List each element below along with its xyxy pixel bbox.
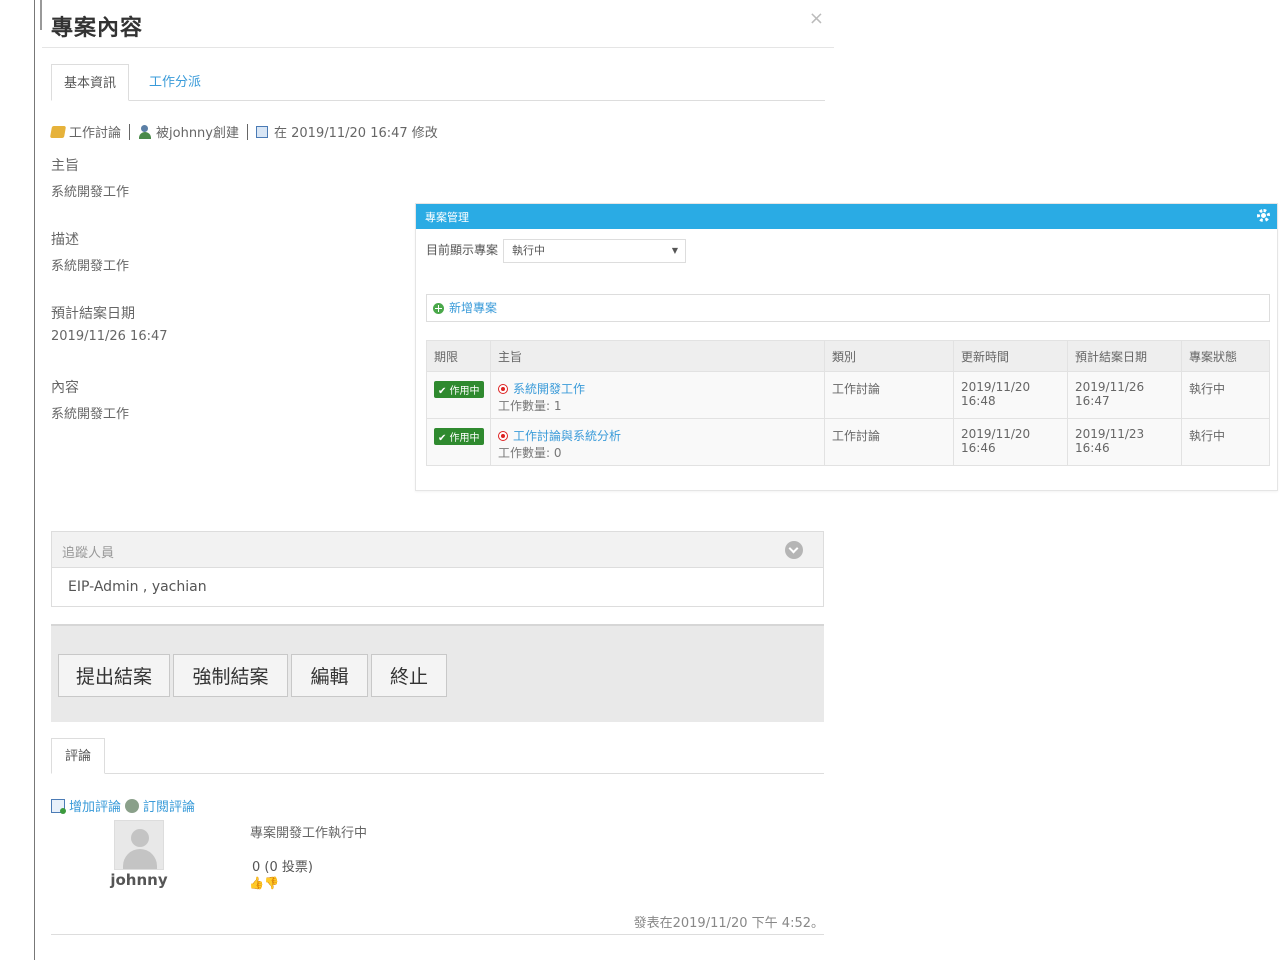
project-link[interactable]: 系統開發工作 xyxy=(513,382,585,396)
deadline-cell: ✔ 作用中 xyxy=(426,418,491,466)
followers-list: EIP-Admin , yachian xyxy=(68,579,207,595)
project-table: 期限 主旨 類別 更新時間 預計結案日期 專案狀態 ✔ 作用中 系統開發工作 工… xyxy=(426,340,1270,466)
filter-label: 目前顯示專案 xyxy=(426,243,499,257)
chevron-down-icon: ▼ xyxy=(671,246,678,255)
description-label: 描述 xyxy=(51,232,79,248)
meta-creator: 被johnny創建 xyxy=(156,126,239,141)
add-project-label: 新增專案 xyxy=(449,301,498,315)
avatar xyxy=(114,820,164,870)
due-cell: 2019/11/26 16:47 xyxy=(1067,371,1182,419)
calendar-icon xyxy=(256,125,268,138)
description-value: 系統開發工作 xyxy=(51,259,130,274)
tab-basic-info[interactable]: 基本資訊 xyxy=(51,64,130,101)
col-due-date[interactable]: 預計結案日期 xyxy=(1067,340,1182,372)
gear-icon[interactable] xyxy=(1257,209,1270,222)
meta-category: 工作討論 xyxy=(69,126,122,141)
tab-work-assignment[interactable]: 工作分派 xyxy=(137,64,213,101)
col-updated[interactable]: 更新時間 xyxy=(953,340,1068,372)
collapse-toggle-icon[interactable] xyxy=(785,541,803,559)
widget-title: 專案管理 xyxy=(425,211,469,224)
page-left-border xyxy=(34,0,35,960)
select-value: 執行中 xyxy=(512,244,545,257)
user-icon xyxy=(138,124,152,139)
category-cell: 工作討論 xyxy=(824,371,954,419)
col-subject[interactable]: 主旨 xyxy=(490,340,825,372)
terminate-button[interactable]: 終止 xyxy=(371,654,447,697)
col-status[interactable]: 專案狀態 xyxy=(1181,340,1270,372)
subscribe-icon[interactable] xyxy=(125,798,140,813)
comment-votes: 0 (0 投票) xyxy=(252,860,313,875)
record-icon xyxy=(498,384,508,394)
active-badge: ✔ 作用中 xyxy=(434,381,484,398)
status-cell: 執行中 xyxy=(1181,418,1270,466)
modal-header: 專案內容 × xyxy=(42,0,834,48)
add-comment-icon[interactable] xyxy=(51,798,66,814)
note-icon xyxy=(49,125,67,138)
submit-close-button[interactable]: 提出結案 xyxy=(58,654,170,697)
subject-cell: 系統開發工作 工作數量: 1 xyxy=(490,371,825,419)
meta-divider xyxy=(247,123,248,140)
followers-panel: 追蹤人員 EIP-Admin , yachian xyxy=(51,531,824,607)
meta-modified: 在 2019/11/20 16:47 修改 xyxy=(274,126,438,141)
followers-title: 追蹤人員 xyxy=(62,546,115,561)
deadline-cell: ✔ 作用中 xyxy=(426,371,491,419)
updated-cell: 2019/11/20 16:46 xyxy=(953,418,1068,466)
task-count: 工作數量: 1 xyxy=(498,399,562,413)
tab-comments[interactable]: 評論 xyxy=(51,738,105,774)
comment-divider xyxy=(51,934,824,935)
comment-date: 發表在2019/11/20 下午 4:52。 xyxy=(633,916,824,931)
plus-icon xyxy=(433,302,444,314)
add-comment-link[interactable]: 增加評論 xyxy=(69,796,121,815)
modal-title: 專案內容 xyxy=(51,16,144,41)
category-cell: 工作討論 xyxy=(824,418,954,466)
col-category[interactable]: 類別 xyxy=(824,340,954,372)
edit-button[interactable]: 編輯 xyxy=(291,654,368,697)
col-deadline[interactable]: 期限 xyxy=(426,340,491,372)
subject-value: 系統開發工作 xyxy=(51,185,130,200)
due-date-label: 預計結案日期 xyxy=(51,306,135,322)
force-close-button[interactable]: 強制結案 xyxy=(173,654,288,697)
task-count: 工作數量: 0 xyxy=(498,446,562,460)
detail-tabs: 基本資訊 工作分派 xyxy=(51,64,825,101)
followers-header: 追蹤人員 xyxy=(52,532,823,568)
add-project-button[interactable]: 新增專案 xyxy=(426,294,1270,322)
widget-header: 專案管理 xyxy=(416,204,1277,229)
comment-author: johnny xyxy=(110,871,168,889)
subject-cell: 工作討論與系統分析 工作數量: 0 xyxy=(490,418,825,466)
status-cell: 執行中 xyxy=(1181,371,1270,419)
active-badge: ✔ 作用中 xyxy=(434,428,484,445)
subject-label: 主旨 xyxy=(51,158,79,174)
table-header-row: 期限 主旨 類別 更新時間 預計結案日期 專案狀態 xyxy=(426,340,1270,372)
meta-divider xyxy=(129,123,131,140)
content-value: 系統開發工作 xyxy=(51,407,130,422)
subscribe-comment-link[interactable]: 訂閱評論 xyxy=(143,796,195,815)
project-meta: 工作討論 被johnny創建 在 2019/11/20 16:47 修改 xyxy=(49,122,438,141)
project-status-select[interactable]: 執行中 ▼ xyxy=(503,239,686,263)
due-cell: 2019/11/23 16:46 xyxy=(1067,418,1182,466)
comment-tabs: 評論 xyxy=(51,738,824,774)
project-link[interactable]: 工作討論與系統分析 xyxy=(513,429,621,443)
comment-text: 專案開發工作執行中 xyxy=(250,826,368,841)
due-date-value: 2019/11/26 16:47 xyxy=(51,329,168,344)
project-management-widget: 專案管理 目前顯示專案 執行中 ▼ 新增專案 期限 主旨 類別 更新時間 預計結… xyxy=(415,203,1278,491)
table-row[interactable]: ✔ 作用中 工作討論與系統分析 工作數量: 0 工作討論 2019/11/20 … xyxy=(426,418,1270,466)
updated-cell: 2019/11/20 16:48 xyxy=(953,371,1068,419)
close-icon[interactable]: × xyxy=(809,8,824,29)
record-icon xyxy=(498,431,508,441)
content-label: 內容 xyxy=(51,380,79,396)
comment-actions: 增加評論 訂閱評論 xyxy=(51,796,195,815)
action-bar: 提出結案 強制結案 編輯 終止 xyxy=(51,624,824,722)
thumbs-up-down-icon[interactable]: 👍👎 xyxy=(249,876,279,890)
table-row[interactable]: ✔ 作用中 系統開發工作 工作數量: 1 工作討論 2019/11/20 16:… xyxy=(426,371,1270,419)
